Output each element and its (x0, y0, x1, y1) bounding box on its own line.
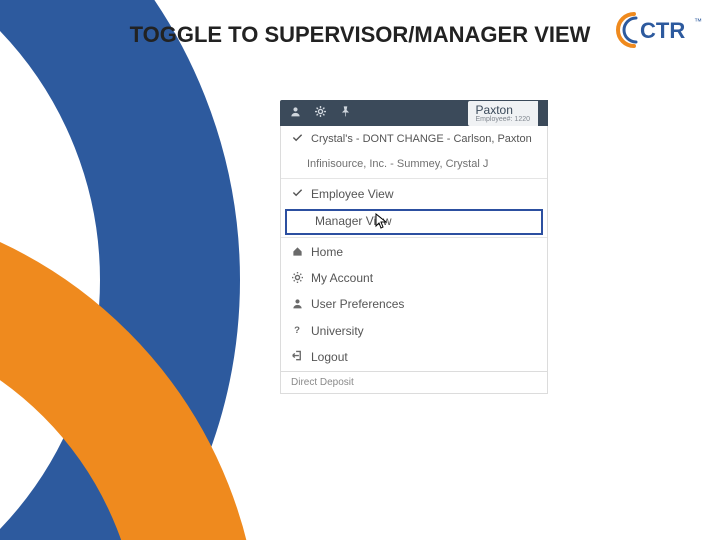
pin-icon[interactable] (340, 106, 351, 120)
menu-separator (281, 178, 547, 179)
company-secondary[interactable]: Infinisource, Inc. - Summey, Crystal J (281, 152, 547, 176)
ctr-logo-mark: CTR (614, 10, 692, 50)
home-icon (291, 246, 303, 260)
employee-number: Employee#: 1220 (476, 116, 530, 123)
check-icon (291, 132, 303, 146)
ctr-logo-tm: ™ (694, 17, 702, 26)
svg-text:CTR: CTR (640, 18, 685, 43)
gear-icon[interactable] (315, 106, 326, 120)
employee-view-item[interactable]: Employee View (281, 181, 547, 207)
menu-footer-label: Direct Deposit (291, 377, 354, 388)
manager-view-item[interactable]: Manager View (285, 209, 543, 234)
menu-separator (281, 237, 547, 238)
check-icon (291, 187, 303, 201)
app-menu-panel: Paxton Employee#: 1220 Crystal's - DONT … (280, 100, 548, 394)
person-icon (291, 298, 303, 312)
svg-text:?: ? (294, 325, 300, 335)
nav-home-label: Home (311, 246, 343, 259)
nav-university[interactable]: ? University (281, 318, 547, 344)
page-title: TOGGLE TO SUPERVISOR/MANAGER VIEW (130, 22, 591, 48)
company-primary-label: Crystal's - DONT CHANGE - Carlson, Paxto… (311, 133, 532, 145)
nav-user-preferences[interactable]: User Preferences (281, 292, 547, 318)
nav-my-account-label: My Account (311, 272, 373, 285)
employee-name-box[interactable]: Paxton Employee#: 1220 (468, 101, 538, 126)
nav-logout[interactable]: Logout (281, 344, 547, 370)
blank-icon (295, 215, 307, 228)
company-primary[interactable]: Crystal's - DONT CHANGE - Carlson, Paxto… (281, 126, 547, 152)
employee-view-label: Employee View (311, 188, 394, 201)
ctr-logo: CTR ™ (614, 10, 702, 50)
nav-logout-label: Logout (311, 351, 348, 364)
nav-my-account[interactable]: My Account (281, 266, 547, 292)
employee-name: Paxton (476, 104, 530, 116)
gear-icon (291, 272, 303, 286)
nav-user-preferences-label: User Preferences (311, 298, 404, 311)
dropdown-menu: Crystal's - DONT CHANGE - Carlson, Paxto… (280, 126, 548, 394)
person-icon[interactable] (290, 106, 301, 120)
logout-icon (291, 350, 303, 364)
menu-footer[interactable]: Direct Deposit (281, 371, 547, 393)
app-topbar: Paxton Employee#: 1220 (280, 100, 548, 126)
nav-home[interactable]: Home (281, 240, 547, 266)
company-secondary-label: Infinisource, Inc. - Summey, Crystal J (307, 158, 488, 170)
nav-university-label: University (311, 325, 364, 338)
cursor-icon (375, 213, 389, 232)
question-icon: ? (291, 324, 303, 338)
